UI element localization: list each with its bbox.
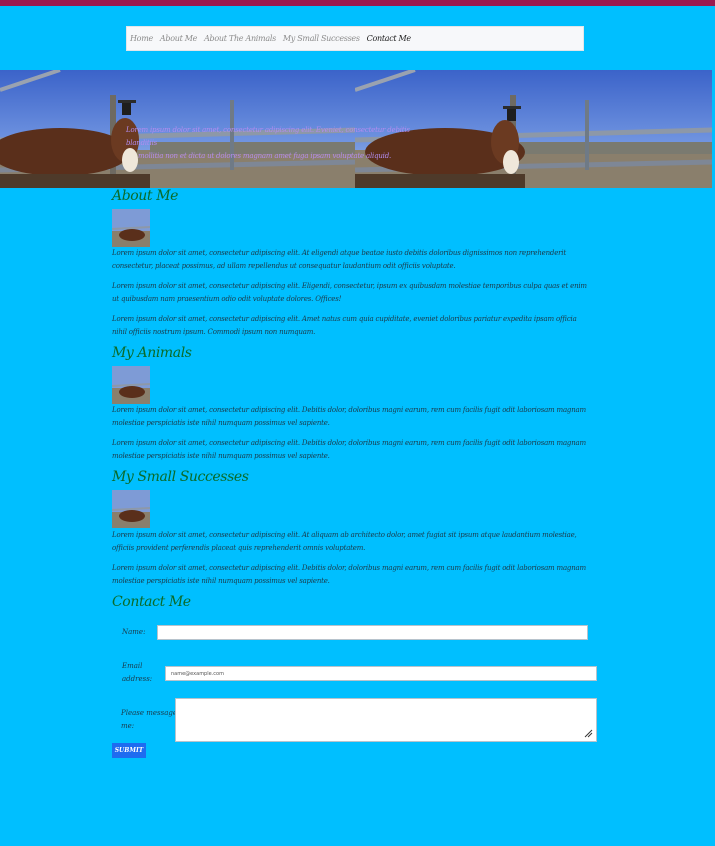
nav-about-animals[interactable]: About The Animals — [204, 34, 276, 43]
nav-about-me[interactable]: About Me — [160, 34, 197, 43]
about-paragraph-1: Lorem ipsum dolor sit amet, consectetur … — [112, 249, 566, 270]
nav-contact-me[interactable]: Contact Me — [367, 34, 412, 43]
animals-paragraph-2: Lorem ipsum dolor sit amet, consectetur … — [112, 439, 586, 460]
email-label-line-1: Email — [122, 662, 143, 670]
animals-thumbnail — [112, 366, 150, 404]
name-input[interactable] — [157, 625, 588, 640]
successes-paragraph-1: Lorem ipsum dolor sit amet, consectetur … — [112, 531, 577, 552]
successes-paragraph-2: Lorem ipsum dolor sit amet, consectetur … — [112, 564, 586, 585]
hero-tagline: Lorem ipsum dolor sit amet, consectetur … — [126, 124, 426, 163]
navbar: Home About Me About The Animals My Small… — [126, 26, 584, 51]
about-paragraph-3: Lorem ipsum dolor sit amet, consectetur … — [112, 315, 577, 336]
nav-small-successes[interactable]: My Small Successes — [283, 34, 360, 43]
hero-banner: Lorem ipsum dolor sit amet, consectetur … — [0, 70, 715, 188]
about-me-thumbnail — [112, 209, 150, 247]
email-label-line-2: address: — [122, 675, 153, 683]
contact-me-heading: Contact Me — [112, 594, 191, 610]
my-animals-heading: My Animals — [112, 345, 192, 361]
small-successes-heading: My Small Successes — [112, 469, 249, 485]
hero-tagline-line-1: Lorem ipsum dolor sit amet, consectetur … — [126, 126, 410, 147]
nav-home[interactable]: Home — [130, 34, 153, 43]
hero-tagline-line-2: mollitia non et dicta ut dolores magnam … — [138, 152, 392, 160]
email-input[interactable]: name@example.com — [165, 666, 597, 681]
successes-thumbnail — [112, 490, 150, 528]
message-textarea[interactable] — [175, 698, 597, 742]
top-accent-bar — [0, 0, 715, 6]
email-placeholder: name@example.com — [171, 670, 224, 677]
resize-handle-icon[interactable] — [584, 729, 593, 738]
animals-paragraph-1: Lorem ipsum dolor sit amet, consectetur … — [112, 406, 586, 427]
about-me-heading: About Me — [112, 188, 179, 204]
submit-button[interactable]: SUBMIT — [112, 743, 146, 758]
about-paragraph-2: Lorem ipsum dolor sit amet, consectetur … — [112, 282, 587, 303]
email-label: Email address: — [122, 660, 152, 686]
name-label: Name: — [122, 628, 146, 636]
